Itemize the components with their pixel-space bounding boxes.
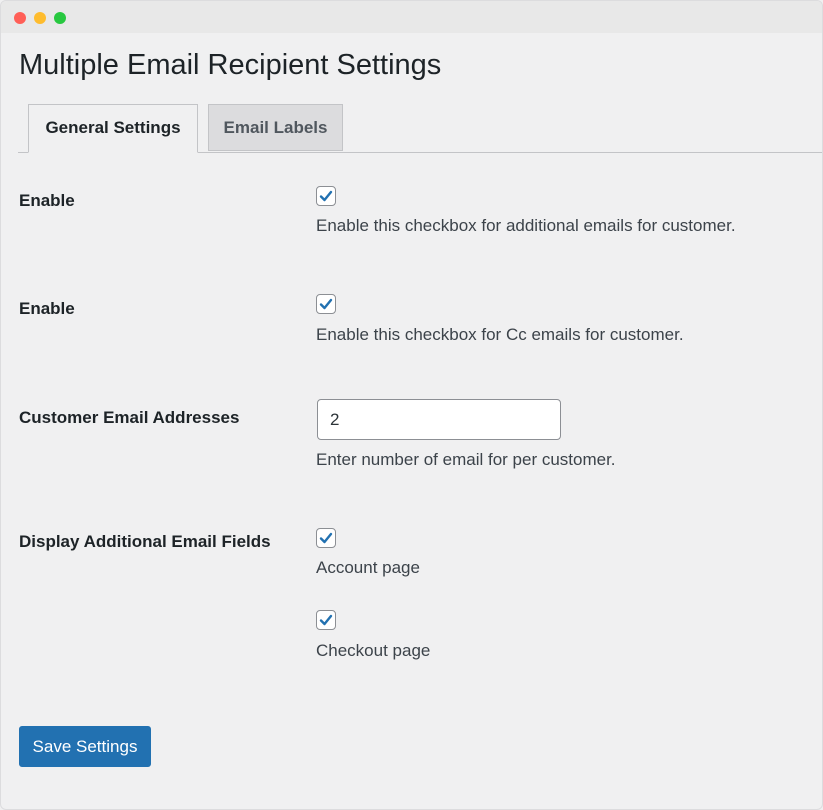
checkout-page-option-label: Checkout page [316,641,431,660]
settings-tabs: General Settings Email Labels [18,104,822,153]
customer-email-count-input[interactable] [317,399,561,440]
window-titlebar [1,1,822,33]
account-page-checkbox[interactable] [316,528,336,548]
tab-general-settings[interactable]: General Settings [28,104,198,153]
additional-emails-description: Enable this checkbox for additional emai… [316,216,736,235]
additional-emails-checkbox[interactable] [316,186,336,206]
page-title: Multiple Email Recipient Settings [19,49,442,81]
checkmark-icon [319,190,333,202]
checkmark-icon [319,532,333,544]
account-page-option-label: Account page [316,558,420,577]
display-additional-fields-label: Display Additional Email Fields [19,532,271,551]
checkmark-icon [319,614,333,626]
minimize-window-icon[interactable] [34,12,46,24]
customer-email-addresses-label: Customer Email Addresses [19,408,240,427]
cc-emails-description: Enable this checkbox for Cc emails for c… [316,325,684,344]
additional-emails-label: Enable [19,191,75,210]
checkmark-icon [319,298,333,310]
zoom-window-icon[interactable] [54,12,66,24]
app-window: Multiple Email Recipient Settings Genera… [0,0,823,810]
tab-email-labels[interactable]: Email Labels [208,104,343,151]
cc-emails-label: Enable [19,299,75,318]
customer-email-addresses-description: Enter number of email for per customer. [316,450,616,469]
close-window-icon[interactable] [14,12,26,24]
save-settings-button[interactable]: Save Settings [19,726,151,767]
checkout-page-checkbox[interactable] [316,610,336,630]
cc-emails-checkbox[interactable] [316,294,336,314]
